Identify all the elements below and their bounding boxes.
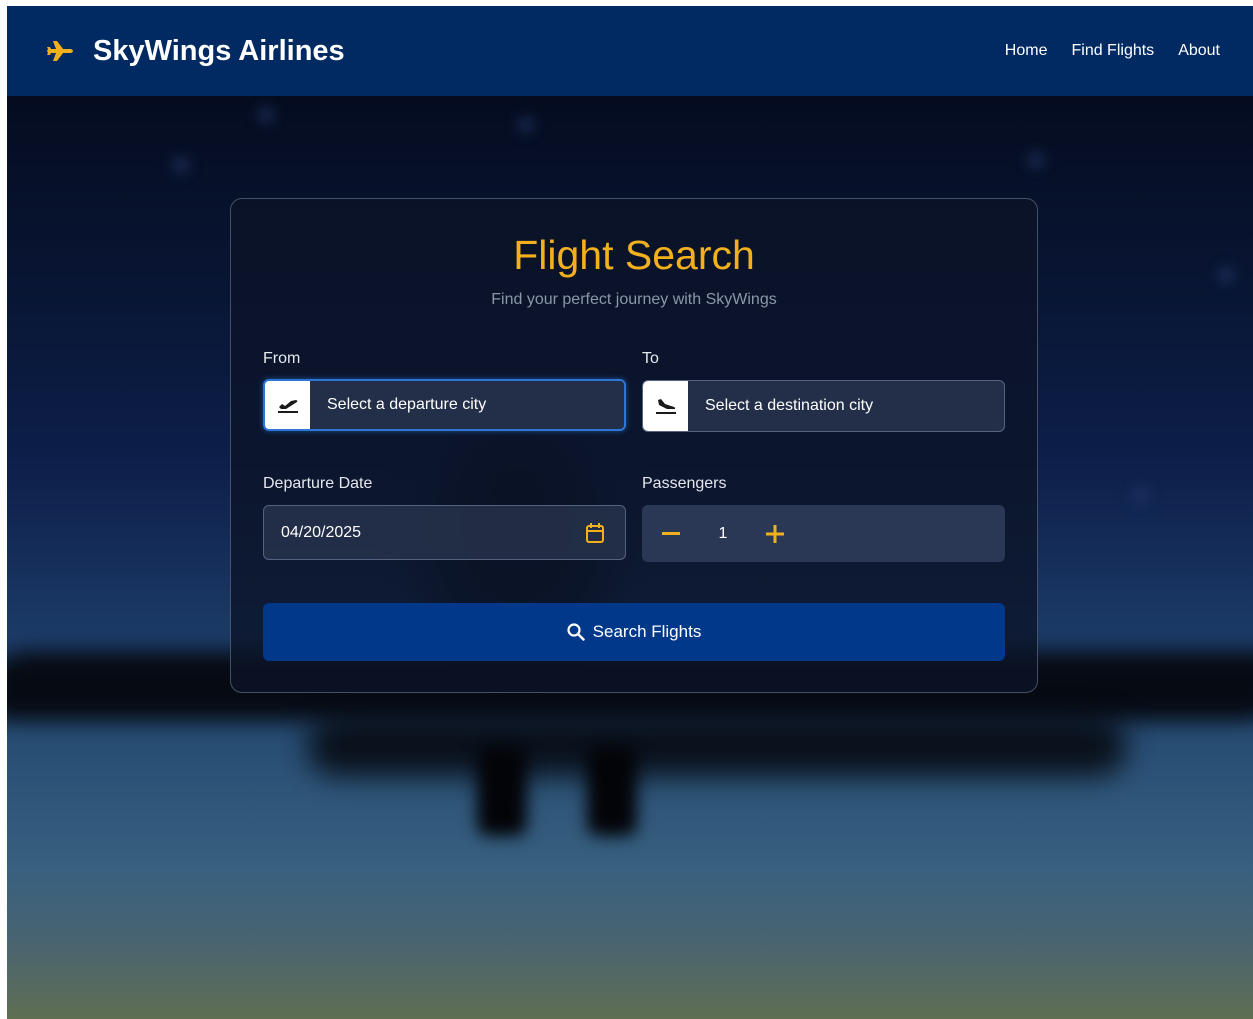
from-select[interactable]: Select a departure city [263,379,626,431]
search-flights-label: Search Flights [592,622,702,641]
passengers-stepper: 1 [642,505,1005,562]
departure-icon-cell [265,381,310,429]
search-flights-button[interactable]: Search Flights [263,603,1005,661]
passengers-label: Passengers [642,475,727,492]
navbar: SkyWings Airlines Home Find Flights Abou… [7,6,1253,96]
flight-search-card: Flight Search Find your perfect journey … [230,198,1038,693]
date-label: Departure Date [263,475,373,492]
page-subtitle: Find your perfect journey with SkyWings [491,291,777,308]
passenger-count: 1 [718,524,728,542]
search-icon [567,623,585,641]
from-value: Select a departure city [327,396,487,413]
brand[interactable]: SkyWings Airlines [45,35,345,68]
departure-icon [277,400,298,413]
decrement-button[interactable] [660,523,682,545]
to-select[interactable]: Select a destination city [642,380,1005,432]
date-value: 04/20/2025 [281,523,362,541]
from-label: From [263,350,301,367]
nav-about[interactable]: About [1178,42,1220,60]
nav-links: Home Find Flights About [1005,42,1220,60]
increment-button[interactable] [764,523,786,545]
minus-icon [662,531,680,535]
departure-date-input[interactable]: 04/20/2025 [263,505,626,560]
plane-icon [47,41,73,61]
brand-title: SkyWings Airlines [93,34,345,67]
app-frame: SkyWings Airlines Home Find Flights Abou… [7,6,1253,1019]
plus-icon [766,524,784,543]
arrival-icon [655,399,676,414]
calendar-icon[interactable] [585,522,605,544]
nav-home[interactable]: Home [1005,42,1048,60]
to-value: Select a destination city [705,397,874,414]
to-label: To [642,350,659,367]
arrival-icon-cell [643,381,688,431]
nav-find-flights[interactable]: Find Flights [1071,42,1154,60]
page-title: Flight Search [513,232,755,278]
